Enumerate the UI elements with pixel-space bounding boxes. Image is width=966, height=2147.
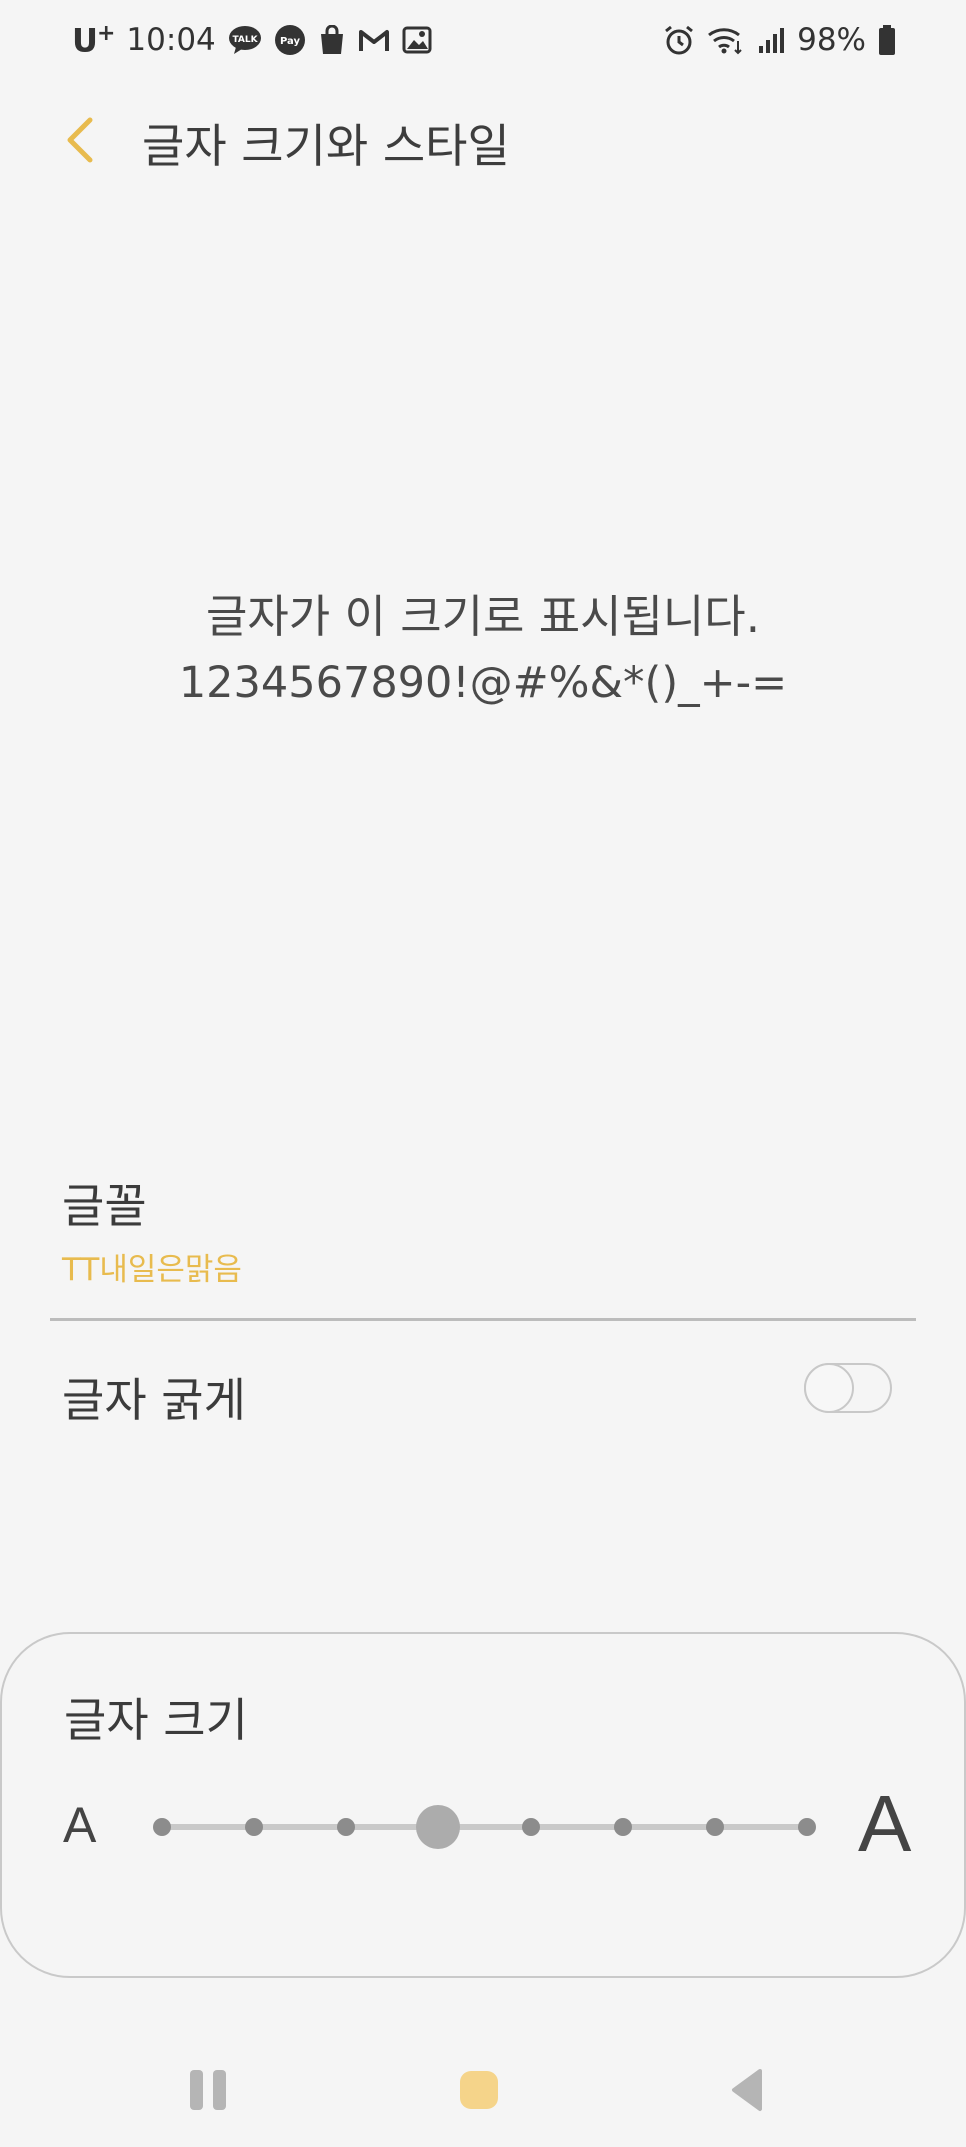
kakaopay-icon-text: Pay <box>280 36 301 47</box>
large-text-icon: A <box>858 1779 912 1868</box>
kakaotalk-icon: TALK <box>228 25 262 55</box>
status-bar-right: 98% <box>663 18 896 62</box>
home-button[interactable] <box>460 2071 498 2109</box>
shopping-bag-icon <box>318 25 346 55</box>
slider-step-dot[interactable] <box>613 1818 632 1836</box>
toggle-knob <box>804 1363 854 1413</box>
battery-icon <box>878 24 896 56</box>
carrier-label: U+ <box>72 20 115 60</box>
font-setting-item[interactable]: 글꼴 TT내일은맑음 <box>0 1170 966 1320</box>
slider-step-dot[interactable] <box>245 1818 264 1836</box>
kakaotalk-icon-text: TALK <box>232 35 258 45</box>
gmail-icon <box>358 27 390 53</box>
recent-apps-button[interactable] <box>190 2070 226 2110</box>
status-bar: U+ 10:04 TALK Pay 98% <box>0 0 966 80</box>
signal-icon <box>757 26 785 54</box>
wifi-icon <box>707 25 745 55</box>
battery-percent: 98% <box>797 22 866 58</box>
slider-step-dot[interactable] <box>153 1818 171 1836</box>
bold-toggle-switch[interactable] <box>804 1363 892 1413</box>
recent-apps-icon-bar <box>213 2070 226 2110</box>
font-setting-label: 글꼴 <box>62 1179 147 1233</box>
carrier-name: U <box>72 21 98 60</box>
chevron-left-icon <box>67 117 93 163</box>
slider-thumb[interactable] <box>416 1805 461 1849</box>
nav-back-button[interactable] <box>730 2068 764 2112</box>
recent-apps-icon <box>190 2070 203 2110</box>
font-size-title: 글자 크기 <box>64 1693 248 1747</box>
slider-step-dot[interactable] <box>521 1818 540 1836</box>
alarm-icon <box>663 24 695 56</box>
app-header: 글자 크기와 스타일 <box>0 100 966 180</box>
font-size-card: 글자 크기 A A <box>0 1632 966 1978</box>
kakaopay-icon: Pay <box>274 24 306 56</box>
gallery-icon <box>402 26 432 54</box>
status-time: 10:04 <box>126 22 216 58</box>
navigation-bar <box>0 2040 966 2140</box>
preview-characters: 1234567890!@#%&*()_+-= <box>178 658 788 708</box>
slider-step-dot[interactable] <box>705 1818 724 1836</box>
font-setting-value: TT내일은맑음 <box>62 1252 242 1288</box>
divider <box>50 1318 916 1321</box>
back-button[interactable] <box>58 114 104 166</box>
bold-setting-item[interactable]: 글자 굵게 <box>0 1350 966 1430</box>
preview-sentence: 글자가 이 크기로 표시됩니다. <box>205 590 761 643</box>
font-size-slider[interactable] <box>153 1805 816 1849</box>
small-text-icon: A <box>63 1797 97 1853</box>
status-bar-left: U+ 10:04 TALK Pay <box>72 18 432 62</box>
font-preview: 글자가 이 크기로 표시됩니다. 1234567890!@#%&*()_+-= <box>0 585 966 715</box>
slider-step-dot[interactable] <box>337 1818 356 1836</box>
slider-step-dot[interactable] <box>798 1818 816 1836</box>
bold-setting-label: 글자 굵게 <box>62 1373 246 1427</box>
back-triangle-icon <box>732 2069 762 2111</box>
carrier-sup: + <box>96 20 115 46</box>
page-title: 글자 크기와 스타일 <box>142 119 510 173</box>
